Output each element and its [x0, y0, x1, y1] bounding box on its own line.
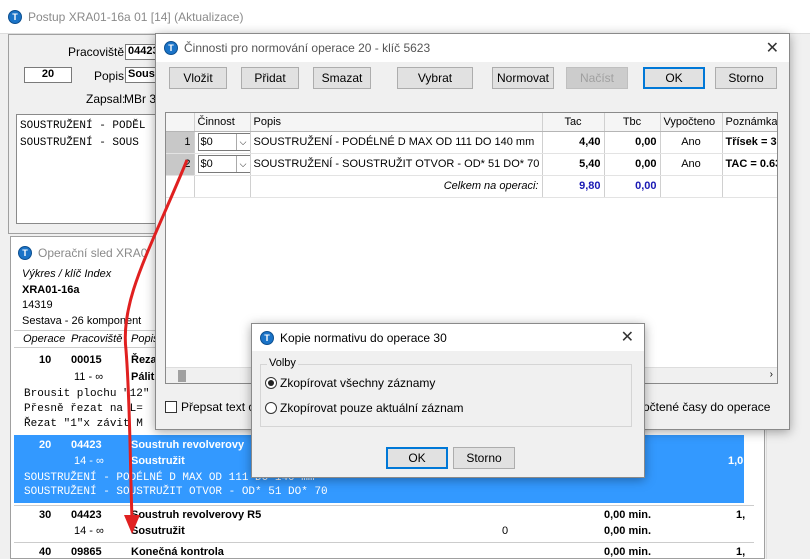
arrow-shaft [123, 159, 189, 521]
arrow-head [124, 515, 140, 534]
red-arrow-annotation [123, 159, 189, 534]
